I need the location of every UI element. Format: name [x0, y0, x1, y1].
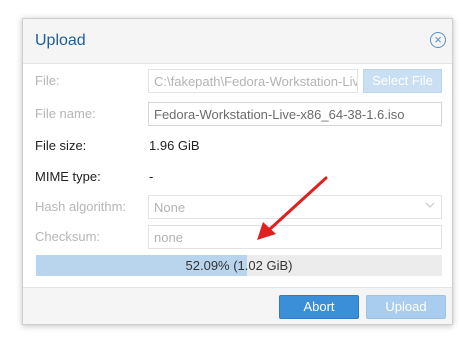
select-file-button: Select File	[363, 69, 442, 93]
file-size-label: File size:	[35, 138, 87, 153]
mime-type-label: MIME type:	[35, 169, 101, 184]
file-size-row: File size: 1.96 GiB	[35, 134, 442, 158]
file-row: File: C:\fakepath\Fedora-Workstation-Liv…	[35, 69, 442, 93]
checksum-row: Checksum: none	[35, 225, 442, 249]
file-path-input: C:\fakepath\Fedora-Workstation-Live-x86_…	[148, 69, 358, 93]
chevron-down-icon	[425, 202, 435, 208]
file-size-value: 1.96 GiB	[149, 138, 200, 153]
close-icon[interactable]: ×	[430, 32, 446, 48]
upload-dialog: Upload × File: C:\fakepath\Fedora-Workst…	[22, 18, 453, 325]
checksum-label: Checksum:	[35, 229, 101, 244]
hash-algorithm-select: None	[148, 195, 442, 219]
mime-type-value: -	[149, 169, 154, 184]
hash-algorithm-row: Hash algorithm: None	[35, 195, 442, 219]
upload-progress-bar: 52.09% (1.02 GiB)	[36, 255, 442, 276]
upload-button: Upload	[366, 295, 446, 319]
abort-button[interactable]: Abort	[279, 295, 359, 319]
file-label: File:	[35, 73, 60, 88]
dialog-titlebar: Upload ×	[23, 19, 452, 64]
checksum-input: none	[148, 225, 442, 249]
file-name-row: File name: Fedora-Workstation-Live-x86_6…	[35, 102, 442, 126]
file-name-label: File name:	[35, 106, 96, 121]
file-name-input[interactable]: Fedora-Workstation-Live-x86_64-38-1.6.is…	[148, 102, 442, 126]
hash-algorithm-value: None	[154, 200, 186, 215]
progress-text: 52.09% (1.02 GiB)	[185, 258, 293, 273]
dialog-footer: Abort Upload	[23, 287, 452, 324]
hash-algorithm-label: Hash algorithm:	[35, 199, 127, 214]
mime-type-row: MIME type: -	[35, 165, 442, 189]
dialog-title: Upload	[35, 32, 86, 49]
